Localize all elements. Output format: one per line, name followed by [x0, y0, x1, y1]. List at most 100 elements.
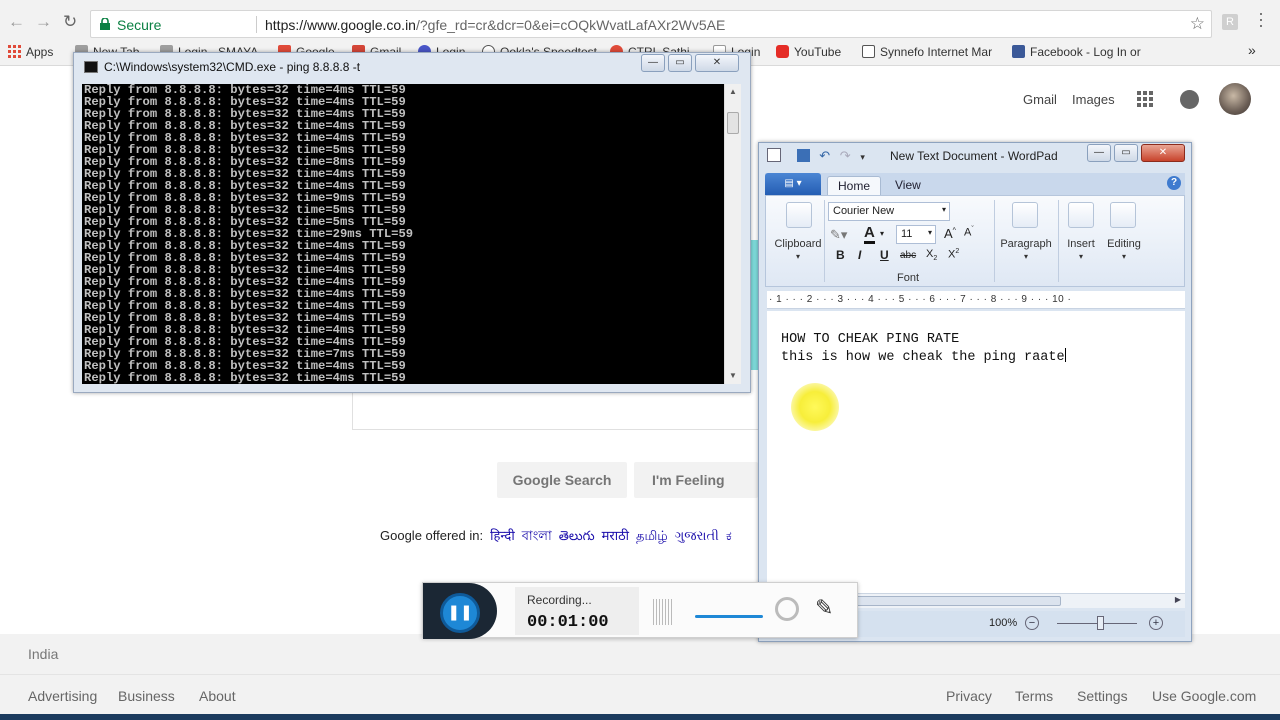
cmd-window[interactable]: C:\Windows\system32\CMD.exe - ping 8.8.8… [73, 52, 751, 393]
redo-icon[interactable]: ↷ [840, 148, 851, 163]
italic-button[interactable]: I [858, 248, 861, 262]
pen-icon[interactable]: ✎ [815, 595, 833, 621]
console-scrollbar[interactable]: ▲ ▼ [724, 84, 741, 384]
google-footer: India Advertising Business About Privacy… [0, 634, 1280, 720]
language-link[interactable]: ગુજરાતી [675, 528, 719, 543]
font-color-dropdown-icon[interactable]: ▾ [880, 229, 884, 238]
help-icon[interactable]: ? [1167, 176, 1181, 190]
save-icon[interactable] [796, 149, 810, 162]
wordpad-icon [767, 148, 781, 162]
zoom-in-icon[interactable]: + [1149, 616, 1163, 630]
images-link[interactable]: Images [1072, 92, 1115, 107]
google-search-button[interactable]: Google Search [497, 462, 627, 498]
customize-qat-icon[interactable]: ▾ [860, 152, 865, 162]
document-text[interactable]: HOW TO CHEAK PING RATE this is how we ch… [781, 331, 1066, 366]
language-link[interactable]: ಕ [726, 528, 732, 543]
bookmark-item[interactable]: YouTube [776, 45, 841, 59]
tab-view[interactable]: View [885, 176, 931, 195]
back-icon[interactable]: ← [8, 12, 25, 32]
paragraph-dropdown-icon[interactable]: ▾ [998, 252, 1054, 261]
minimize-button[interactable]: — [1087, 144, 1111, 162]
shrink-font-icon[interactable]: Aˇ [964, 226, 974, 239]
clipboard-group[interactable]: Clipboard [770, 238, 826, 250]
extension-icon[interactable]: R [1222, 14, 1238, 30]
insert-dropdown-icon[interactable]: ▾ [1060, 252, 1102, 261]
zoom-out-icon[interactable]: − [1025, 616, 1039, 630]
language-link[interactable]: हिन्दी [490, 528, 515, 543]
maximize-button[interactable]: ▭ [668, 54, 692, 72]
lock-icon [100, 18, 110, 30]
scroll-down-icon[interactable]: ▼ [729, 371, 737, 380]
font-family-select[interactable]: Courier New ▾ [828, 202, 950, 221]
privacy-link[interactable]: Privacy [946, 688, 992, 704]
bookmark-item[interactable]: Facebook - Log In or [1012, 45, 1141, 59]
wordpad-title: New Text Document - WordPad [890, 149, 1058, 163]
close-button[interactable]: ✕ [1141, 144, 1185, 162]
url-text[interactable]: https://www.google.co.in/?gfe_rd=cr&dcr=… [265, 17, 725, 33]
editing-dropdown-icon[interactable]: ▾ [1102, 252, 1146, 261]
chrome-menu-icon[interactable]: · · · [1258, 4, 1264, 34]
recording-info: Recording... 00:01:00 [515, 587, 639, 635]
grow-font-icon[interactable]: A^ [944, 226, 956, 241]
subscript-button[interactable]: X2 [926, 248, 937, 262]
insert-picture-icon[interactable] [1068, 202, 1094, 228]
ruler[interactable]: · 1 · · · 2 · · · 3 · · · 4 · · · 5 · · … [767, 291, 1185, 309]
clipboard-dropdown-icon[interactable]: ▾ [770, 252, 826, 261]
language-link[interactable]: తెలుగు [559, 528, 595, 543]
strikethrough-button[interactable]: abc [900, 250, 916, 261]
find-icon[interactable] [1110, 202, 1136, 228]
scroll-thumb[interactable] [847, 596, 1061, 606]
minimize-button[interactable]: — [641, 54, 665, 72]
settings-link[interactable]: Settings [1077, 688, 1128, 704]
more-bookmarks-icon[interactable]: » [1248, 42, 1256, 58]
terms-link[interactable]: Terms [1015, 688, 1053, 704]
business-link[interactable]: Business [118, 688, 175, 704]
address-bar[interactable]: Secure https://www.google.co.in/?gfe_rd=… [90, 10, 1212, 38]
tab-home[interactable]: Home [827, 176, 882, 195]
paragraph-group[interactable]: Paragraph [998, 238, 1054, 250]
language-link[interactable]: বাংলা [522, 528, 552, 543]
language-link[interactable]: தமிழ் [636, 528, 668, 543]
languages-offered: Google offered in: हिन्दी বাংলা తెలుగు मराठी… [380, 528, 732, 543]
wordpad-window[interactable]: ↶ ↷ ▾ New Text Document - WordPad — ▭ ✕ … [758, 142, 1192, 642]
close-button[interactable]: ✕ [695, 54, 739, 72]
google-apps-icon[interactable] [1137, 91, 1153, 107]
feeling-lucky-button[interactable]: I'm Feeling Luck [634, 462, 758, 498]
undo-icon[interactable]: ↶ [819, 148, 830, 163]
forward-icon[interactable]: → [35, 12, 52, 32]
recording-time: 00:01:00 [527, 613, 609, 632]
scroll-right-icon[interactable]: ▶ [1175, 595, 1181, 604]
editing-group[interactable]: Editing [1102, 238, 1146, 250]
avatar[interactable] [1219, 83, 1251, 115]
scroll-thumb[interactable] [727, 112, 739, 134]
bookmark-star-icon[interactable]: ☆ [1190, 14, 1205, 34]
reload-icon[interactable]: ↻ [63, 12, 77, 32]
paragraph-icon[interactable] [1012, 202, 1038, 228]
maximize-button[interactable]: ▭ [1114, 144, 1138, 162]
bookmark-apps[interactable]: Apps [8, 45, 53, 59]
underline-button[interactable]: U [880, 248, 889, 262]
about-link[interactable]: About [199, 688, 236, 704]
console-output[interactable]: Reply from 8.8.8.8: bytes=32 time=4ms TT… [82, 84, 724, 384]
use-google-com-link[interactable]: Use Google.com [1152, 688, 1256, 704]
console-lines: Reply from 8.8.8.8: bytes=32 time=4ms TT… [84, 84, 413, 384]
bookmark-item[interactable]: Synnefo Internet Mar [862, 45, 992, 59]
highlight-icon[interactable]: ✎▾ [830, 227, 847, 243]
document-area[interactable]: HOW TO CHEAK PING RATE this is how we ch… [767, 311, 1185, 593]
volume-level[interactable] [695, 615, 763, 618]
language-link[interactable]: मराठी [602, 528, 629, 543]
font-size-select[interactable]: 11 ▾ [896, 225, 936, 244]
scroll-up-icon[interactable]: ▲ [729, 87, 737, 96]
superscript-button[interactable]: X2 [948, 248, 959, 261]
file-menu-button[interactable]: ▤ ▾ [765, 173, 821, 195]
insert-group[interactable]: Insert [1060, 238, 1102, 250]
advertising-link[interactable]: Advertising [28, 688, 97, 704]
webcam-icon[interactable] [775, 597, 799, 621]
zoom-slider-knob[interactable] [1097, 616, 1104, 630]
pause-button[interactable]: ❚❚ [440, 593, 480, 633]
gmail-link[interactable]: Gmail [1023, 92, 1057, 107]
font-color-icon[interactable]: A [864, 224, 875, 244]
notifications-icon[interactable] [1180, 90, 1199, 109]
bold-button[interactable]: B [836, 248, 845, 262]
paste-icon[interactable] [786, 202, 812, 228]
